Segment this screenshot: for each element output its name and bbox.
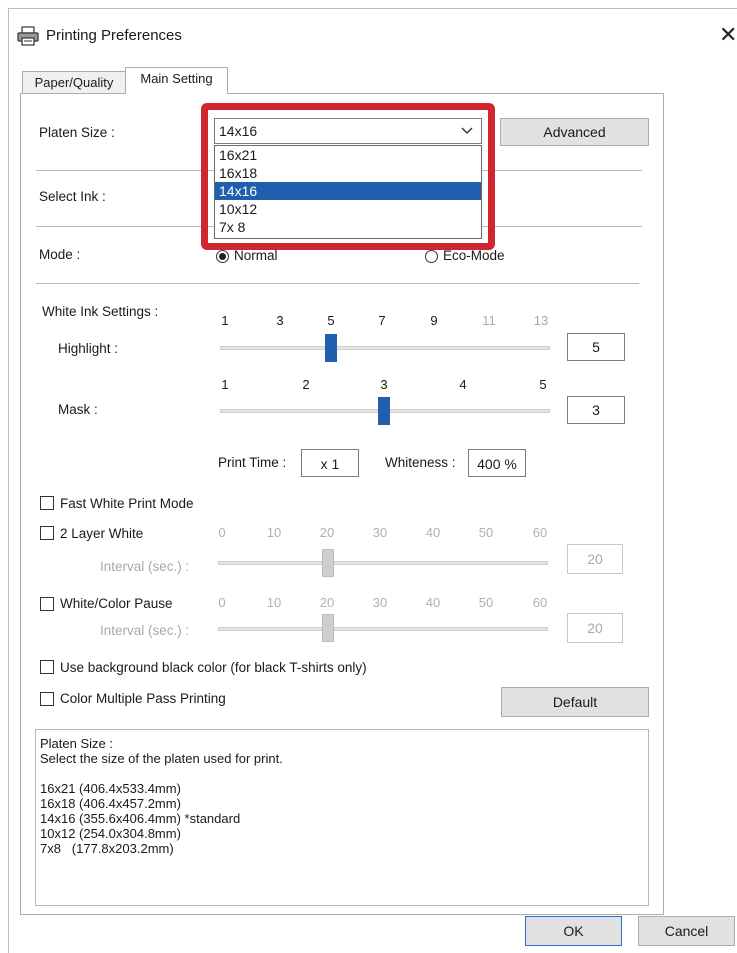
two-layer-white-checkbox[interactable] [40, 526, 54, 540]
description-box: Platen Size : Select the size of the pla… [35, 729, 649, 906]
highlight-tick: 13 [533, 313, 549, 328]
platen-size-label: Platen Size : [39, 125, 115, 140]
pause-interval-slider-thumb[interactable] [322, 614, 334, 642]
white-ink-settings-label: White Ink Settings : [42, 304, 159, 319]
interval-label: Interval (sec.) : [100, 623, 190, 638]
background-black-label: Use background black color (for black T-… [60, 660, 367, 675]
advanced-button-label: Advanced [543, 124, 606, 140]
description-line: 7x8 (177.8x203.2mm) [40, 841, 174, 856]
printer-icon [17, 26, 39, 46]
ok-button-label: OK [563, 923, 584, 939]
print-time-label: Print Time : [218, 455, 287, 470]
close-icon[interactable]: ✕ [719, 22, 737, 48]
color-multiple-pass-checkbox[interactable] [40, 692, 54, 706]
mask-label: Mask : [58, 402, 98, 417]
description-line: 16x21 (406.4x533.4mm) [40, 781, 181, 796]
white-color-pause-checkbox[interactable] [40, 597, 54, 611]
two-layer-white-label: 2 Layer White [60, 526, 144, 541]
highlight-tick: 3 [276, 313, 284, 328]
print-time-field[interactable]: x 1 [301, 449, 359, 477]
dropdown-option-16x21[interactable]: 16x21 [215, 146, 481, 164]
mode-eco-label: Eco-Mode [443, 248, 505, 263]
description-line: 16x18 (406.4x457.2mm) [40, 796, 181, 811]
cancel-button[interactable]: Cancel [638, 916, 735, 946]
window-title: Printing Preferences [46, 27, 182, 44]
select-ink-label: Select Ink : [39, 189, 106, 204]
mode-eco-radio[interactable] [425, 250, 438, 263]
white-color-pause-label: White/Color Pause [60, 596, 173, 611]
interval-tick: 20 [319, 595, 335, 610]
interval-tick: 60 [532, 525, 548, 540]
mask-tick: 2 [302, 377, 310, 392]
interval-tick: 50 [478, 595, 494, 610]
separator [36, 283, 639, 284]
mode-label: Mode : [39, 247, 81, 262]
description-line [40, 766, 644, 781]
dropdown-option-7x8[interactable]: 7x 8 [215, 218, 481, 236]
tab-paper-quality[interactable]: Paper/Quality [22, 71, 126, 94]
color-multiple-pass-label: Color Multiple Pass Printing [60, 691, 226, 706]
platen-size-selected-value: 14x16 [219, 123, 258, 139]
mask-tick: 3 [380, 377, 388, 392]
chevron-down-icon [461, 127, 473, 134]
mask-tick: 1 [221, 377, 229, 392]
interval-label: Interval (sec.) : [100, 559, 190, 574]
highlight-slider-thumb[interactable] [325, 334, 337, 362]
pause-interval-slider-track[interactable] [218, 627, 548, 631]
interval-slider-track[interactable] [218, 561, 548, 565]
highlight-tick: 7 [378, 313, 386, 328]
highlight-tick: 9 [430, 313, 438, 328]
dropdown-option-16x18[interactable]: 16x18 [215, 164, 481, 182]
description-line: 14x16 (355.6x406.4mm) *standard [40, 811, 241, 826]
interval-tick: 0 [218, 595, 226, 610]
interval-tick: 20 [319, 525, 335, 540]
fast-white-checkbox[interactable] [40, 496, 54, 510]
dropdown-option-10x12[interactable]: 10x12 [215, 200, 481, 218]
platen-size-dropdown-list: 16x21 16x18 14x16 10x12 7x 8 [214, 145, 482, 239]
description-line: Platen Size : [40, 736, 113, 751]
tab-main-setting[interactable]: Main Setting [125, 67, 228, 94]
interval-tick: 60 [532, 595, 548, 610]
mask-value-field[interactable]: 3 [567, 396, 625, 424]
tab-label: Main Setting [140, 71, 213, 86]
interval-tick: 50 [478, 525, 494, 540]
platen-size-select[interactable]: 14x16 [214, 118, 482, 144]
pause-interval-value-field[interactable]: 20 [567, 613, 623, 643]
interval-tick: 40 [425, 525, 441, 540]
highlight-tick: 1 [221, 313, 229, 328]
ok-button[interactable]: OK [525, 916, 622, 946]
mask-slider-thumb[interactable] [378, 397, 390, 425]
mode-normal-radio[interactable] [216, 250, 229, 263]
advanced-button[interactable]: Advanced [500, 118, 649, 146]
highlight-label: Highlight : [58, 341, 119, 356]
highlight-slider-track[interactable] [220, 346, 550, 350]
mode-normal-label: Normal [234, 248, 278, 263]
cancel-button-label: Cancel [664, 923, 709, 939]
interval-tick: 30 [372, 525, 388, 540]
mask-tick: 4 [459, 377, 467, 392]
description-line: Select the size of the platen used for p… [40, 751, 283, 766]
interval-tick: 0 [218, 525, 226, 540]
interval-tick: 40 [425, 595, 441, 610]
interval-slider-thumb[interactable] [322, 549, 334, 577]
mask-tick: 5 [539, 377, 547, 392]
interval-tick: 10 [266, 525, 282, 540]
tab-label: Paper/Quality [34, 75, 114, 90]
whiteness-label: Whiteness : [385, 455, 456, 470]
background-black-checkbox[interactable] [40, 660, 54, 674]
dropdown-option-14x16[interactable]: 14x16 [215, 182, 481, 200]
highlight-tick: 5 [327, 313, 335, 328]
highlight-value-field[interactable]: 5 [567, 333, 625, 361]
default-button[interactable]: Default [501, 687, 649, 717]
interval-tick: 30 [372, 595, 388, 610]
interval-value-field[interactable]: 20 [567, 544, 623, 574]
default-button-label: Default [552, 694, 598, 710]
interval-tick: 10 [266, 595, 282, 610]
highlight-tick: 11 [482, 313, 496, 328]
description-line: 10x12 (254.0x304.8mm) [40, 826, 181, 841]
whiteness-field[interactable]: 400 % [468, 449, 526, 477]
fast-white-label: Fast White Print Mode [60, 496, 194, 511]
